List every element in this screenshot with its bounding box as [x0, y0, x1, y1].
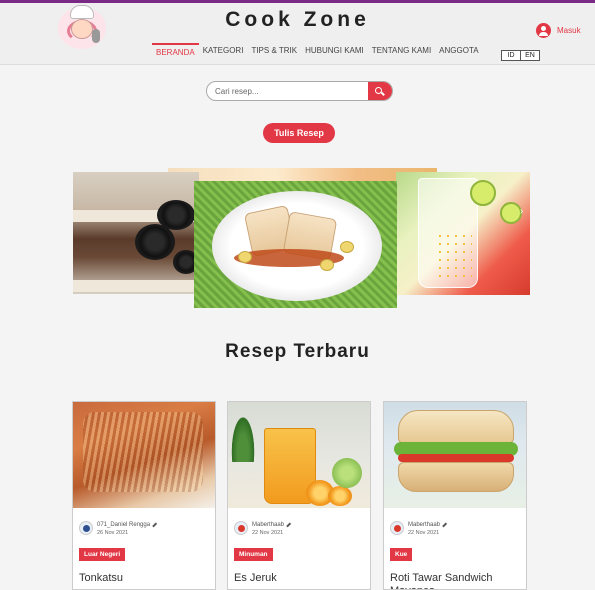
author-name[interactable]: Maberthaab [408, 521, 440, 529]
avatar[interactable] [234, 521, 248, 535]
recipe-author: Maberthaab 22 Nov 2021 [234, 521, 291, 537]
carousel-slide-oreo-cake[interactable] [73, 172, 199, 294]
lang-id-option[interactable]: ID [502, 51, 521, 60]
avatar[interactable] [79, 521, 93, 535]
category-badge[interactable]: Kue [390, 548, 413, 561]
nav-item-anggota[interactable]: ANGGOTA [435, 43, 482, 60]
pen-icon [286, 522, 291, 528]
search-input[interactable] [215, 85, 365, 98]
recipe-author: 071_Daniel Rengga 26 Nov 2021 [79, 521, 157, 537]
search-box [206, 81, 393, 101]
post-date: 22 Nov 2021 [252, 530, 284, 536]
pen-icon [152, 522, 157, 528]
author-name[interactable]: Maberthaab [252, 521, 284, 529]
recipe-author: Maberthaab 22 Nov 2021 [390, 521, 447, 537]
category-badge[interactable]: Minuman [234, 548, 273, 561]
write-recipe-button[interactable]: Tulis Resep [263, 123, 335, 143]
recipe-card[interactable]: Maberthaab 22 Nov 2021 Minuman Es Jeruk [227, 401, 371, 590]
login-button[interactable]: Masuk [536, 23, 581, 38]
site-header: Cook Zone Masuk BERANDA KATEGORI TIPS & … [0, 3, 595, 65]
post-date: 26 Nov 2021 [97, 530, 129, 536]
section-title-latest-recipes: Resep Terbaru [225, 341, 370, 362]
avatar[interactable] [390, 521, 404, 535]
carousel-next-icon[interactable]: › [520, 206, 523, 217]
user-icon [536, 23, 551, 38]
nav-item-hubungi-kami[interactable]: HUBUNGI KAMI [301, 43, 368, 60]
recipe-title[interactable]: Es Jeruk [234, 572, 368, 585]
nav-item-kategori[interactable]: KATEGORI [199, 43, 248, 60]
lang-en-option[interactable]: EN [521, 51, 539, 60]
recipe-card[interactable]: Maberthaab 22 Nov 2021 Kue Roti Tawar Sa… [383, 401, 527, 590]
post-date: 22 Nov 2021 [408, 530, 440, 536]
recipe-image[interactable] [384, 402, 526, 508]
recipe-card[interactable]: 071_Daniel Rengga 26 Nov 2021 Luar Neger… [72, 401, 216, 590]
recipe-image[interactable] [73, 402, 215, 508]
nav-item-beranda[interactable]: BERANDA [152, 43, 199, 60]
carousel-slide-drink[interactable]: › [396, 172, 530, 295]
category-badge[interactable]: Luar Negeri [79, 548, 126, 561]
pen-icon [442, 522, 447, 528]
site-title: Cook Zone [225, 8, 370, 31]
recipe-title[interactable]: Tonkatsu [79, 572, 213, 585]
login-label: Masuk [557, 26, 581, 35]
author-name[interactable]: 071_Daniel Rengga [97, 521, 150, 529]
language-switcher: ID EN [501, 50, 540, 61]
search-button[interactable] [368, 82, 392, 100]
carousel-slide-crepe[interactable] [194, 181, 397, 308]
recipe-title[interactable]: Roti Tawar Sandwich Mayones [390, 572, 524, 589]
nav-item-tentang-kami[interactable]: TENTANG KAMI [368, 43, 435, 60]
recipe-image[interactable] [228, 402, 370, 508]
main-nav: BERANDA KATEGORI TIPS & TRIK HUBUNGI KAM… [152, 43, 483, 60]
nav-item-tips-trik[interactable]: TIPS & TRIK [247, 43, 301, 60]
